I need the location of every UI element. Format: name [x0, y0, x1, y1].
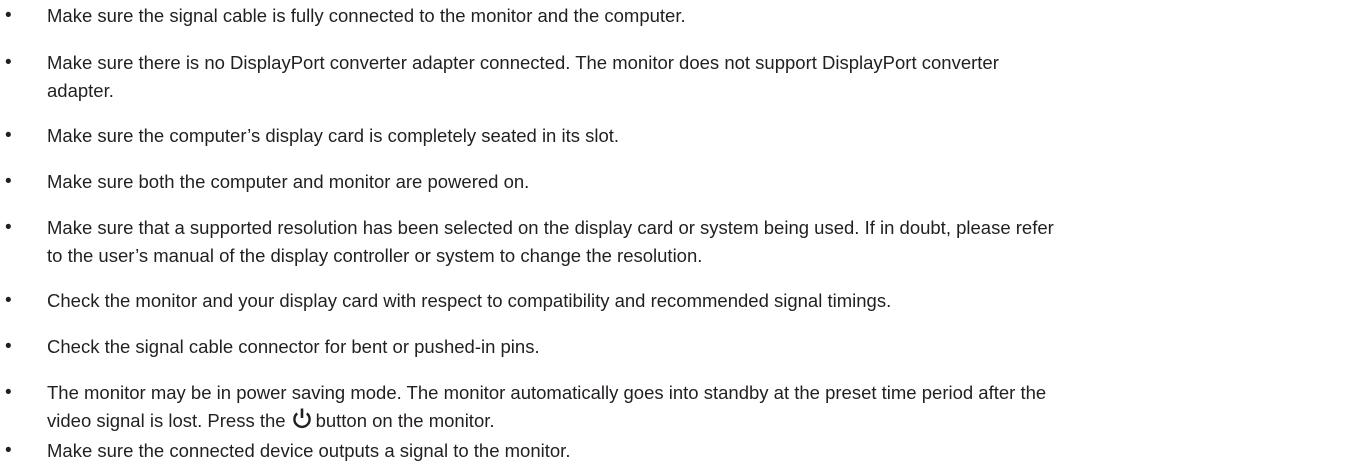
list-item-line: Make sure the signal cable is fully conn… [47, 5, 686, 26]
list-item-text: Make sure both the computer and monitor … [47, 168, 1347, 196]
bullet-icon: • [5, 290, 12, 311]
list-item-line: Make sure the computer’s display card is… [47, 125, 620, 146]
list-item-line: Make sure both the computer and monitor … [47, 171, 530, 192]
list-item-text: Make sure there is no DisplayPort conver… [47, 49, 1347, 105]
bullet-icon: • [5, 171, 12, 192]
list-item-text: Check the monitor and your display card … [47, 287, 1347, 315]
list-item-line: Check the monitor and your display card … [47, 290, 892, 311]
list-item-text: Make sure that a supported resolution ha… [47, 214, 1347, 270]
bullet-icon: • [5, 217, 12, 238]
list-item-text: The monitor may be in power saving mode.… [47, 379, 1347, 435]
list-item-line: video signal is lost. Press the button on… [47, 407, 1347, 435]
bullet-icon: • [5, 125, 12, 146]
list-item-text: Check the signal cable connector for ben… [47, 333, 1347, 361]
list-item-line: The monitor may be in power saving mode.… [47, 382, 1047, 403]
bullet-icon: • [5, 52, 12, 73]
list-item-line-end: button on the monitor. [315, 410, 495, 431]
list-item-text: Make sure the connected device outputs a… [47, 437, 1347, 465]
list-item-line: to the user’s manual of the display cont… [47, 245, 703, 266]
list-item-line: Make sure that a supported resolution ha… [47, 217, 1054, 238]
list-item-line: Check the signal cable connector for ben… [47, 336, 540, 357]
bullet-icon: • [5, 440, 12, 461]
power-icon [291, 407, 313, 429]
list-item-line: adapter. [47, 80, 114, 101]
list-item-text: Make sure the signal cable is fully conn… [47, 2, 1347, 30]
list-item-text: Make sure the computer’s display card is… [47, 122, 1347, 150]
list-item-line-start: video signal is lost. Press the [47, 410, 286, 431]
bullet-icon: • [5, 336, 12, 357]
list-item-line: Make sure the connected device outputs a… [47, 440, 571, 461]
bullet-icon: • [5, 382, 12, 403]
list-item-line: Make sure there is no DisplayPort conver… [47, 52, 999, 73]
bullet-icon: • [5, 5, 12, 26]
